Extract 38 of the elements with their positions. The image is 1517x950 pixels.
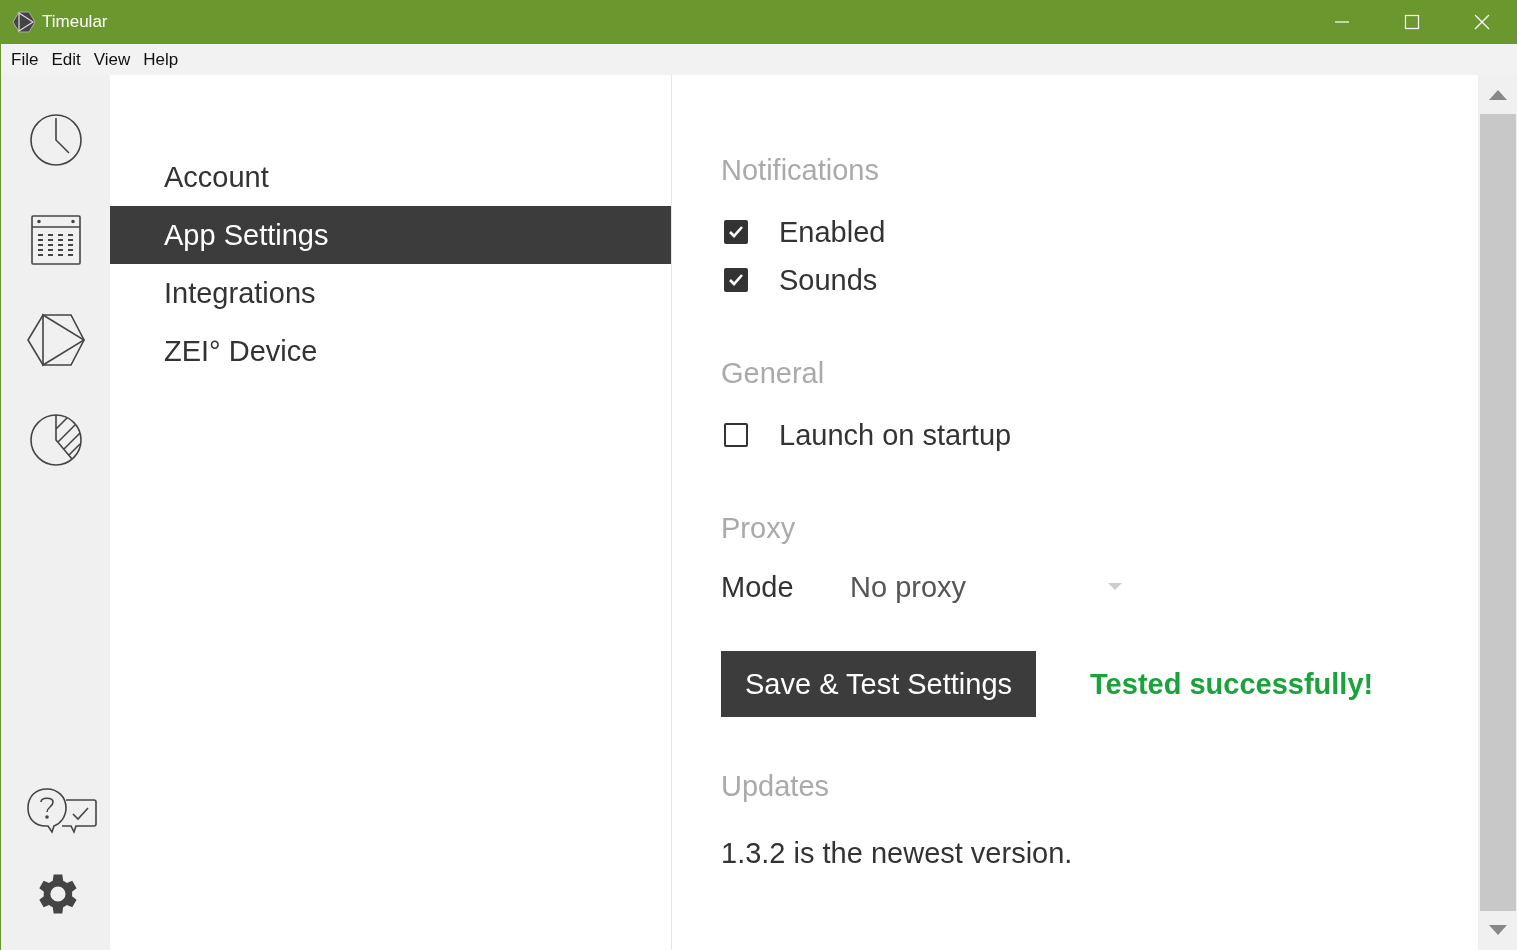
hexagon-play-icon[interactable] — [26, 313, 85, 367]
save-test-button[interactable]: Save & Test Settings — [721, 651, 1037, 717]
scroll-down-icon[interactable] — [1488, 925, 1507, 935]
version-text: 1.3.2 is the newest version. — [721, 837, 1074, 870]
checkbox[interactable] — [724, 268, 748, 292]
nav-item[interactable]: Integrations — [110, 264, 671, 322]
section-heading: Proxy — [721, 511, 797, 546]
nav-item[interactable]: Account — [110, 148, 671, 206]
nav-item[interactable]: ZEI° Device — [110, 322, 671, 380]
nav-item[interactable]: App Settings — [110, 206, 671, 264]
check-icon — [728, 225, 744, 239]
checkbox-label: Launch on startup — [779, 418, 1012, 452]
section-heading: Updates — [721, 769, 830, 804]
section-heading: General — [721, 356, 826, 391]
caret-icon — [1108, 583, 1122, 591]
pie-chart-icon[interactable] — [28, 413, 83, 467]
app-logo-icon — [12, 10, 36, 34]
section-heading: Notifications — [721, 153, 880, 188]
checkbox-label: Sounds — [779, 263, 878, 297]
scroll-up-icon[interactable] — [1488, 90, 1507, 100]
clock-icon[interactable] — [28, 113, 83, 167]
menu-item[interactable]: Help — [137, 49, 185, 70]
menu-item[interactable]: Edit — [45, 49, 87, 70]
status-message: Tested successfully! — [1090, 667, 1374, 701]
window-title: Timeular — [42, 12, 109, 32]
checkbox[interactable] — [724, 220, 748, 244]
maximize-icon — [1404, 14, 1420, 30]
calendar-icon[interactable] — [28, 213, 83, 267]
scrollbar-thumb[interactable] — [1479, 114, 1516, 911]
check-icon — [728, 273, 744, 287]
menu-item[interactable]: View — [87, 49, 137, 70]
minimize-icon — [1334, 21, 1350, 23]
checkbox-label: Enabled — [779, 215, 886, 249]
field-label: Mode — [721, 570, 795, 604]
checkbox[interactable] — [724, 423, 748, 447]
proxy-dropdown[interactable]: No proxy — [850, 562, 1122, 612]
close-icon — [1474, 14, 1490, 30]
menu-item[interactable]: File — [5, 49, 45, 70]
